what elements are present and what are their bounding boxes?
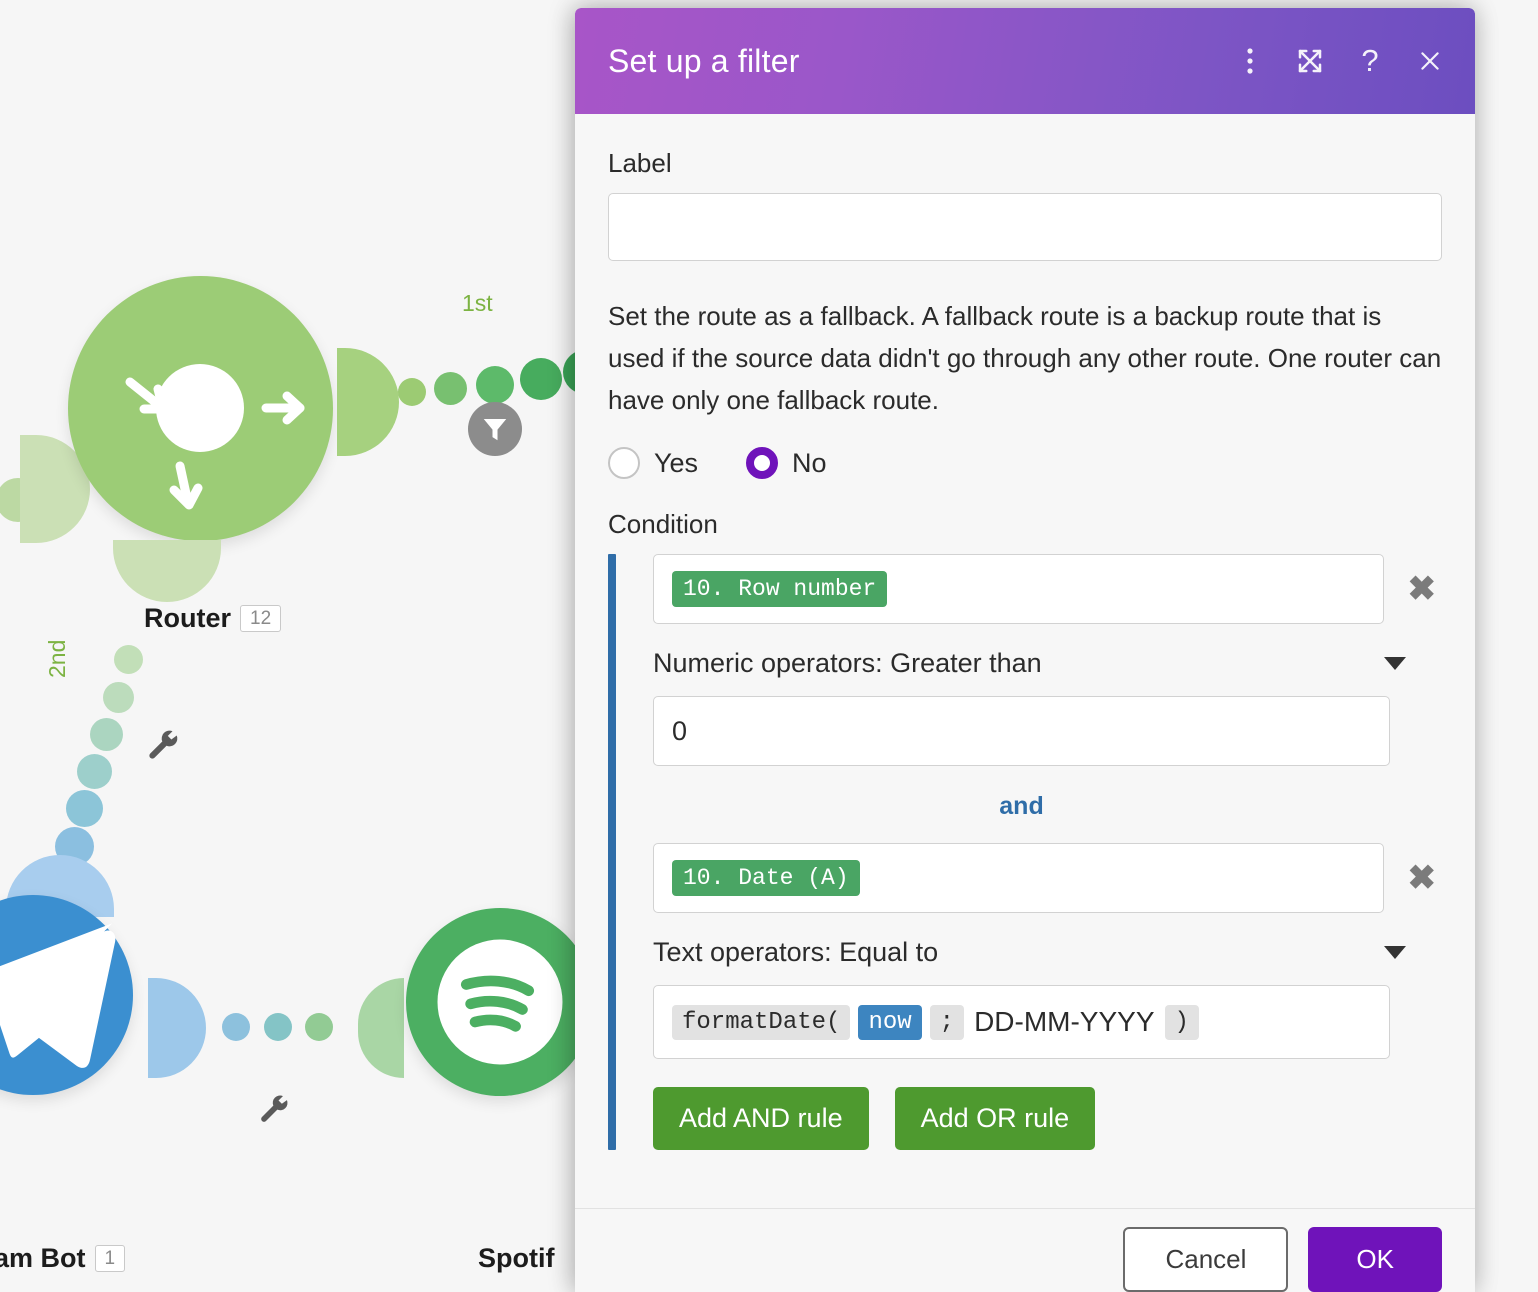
fallback-option-yes[interactable]: Yes <box>608 447 699 480</box>
telegram-label: am Bot 1 <box>0 1243 126 1274</box>
dialog-header: Set up a filter ? <box>575 8 1475 114</box>
label-field-label: Label <box>608 148 672 178</box>
rule-1-value-input[interactable]: 0 <box>653 696 1390 767</box>
radio-no-label: No <box>792 447 827 478</box>
dialog-title: Set up a filter <box>608 42 800 79</box>
formula-token-variable: now <box>858 1004 922 1040</box>
module-name: am Bot <box>0 1243 86 1273</box>
module-count: 12 <box>240 604 282 633</box>
rule-1-field-tag: 10. Row number <box>672 571 888 608</box>
dialog-header-actions: ? <box>1233 43 1447 78</box>
connector-dot <box>476 366 514 404</box>
spotify-label: Spotif <box>478 1243 554 1274</box>
condition-group-bar <box>608 554 616 1151</box>
connector-dot <box>520 358 562 400</box>
formula-token-format: DD-MM-YYYY <box>974 1006 1155 1038</box>
expand-icon <box>1298 49 1322 73</box>
route-label-2nd: 2nd <box>44 639 70 678</box>
close-icon <box>1421 52 1439 70</box>
connector-dot <box>77 754 112 789</box>
more-options-icon <box>1247 48 1253 74</box>
fallback-option-no[interactable]: No <box>746 447 827 480</box>
rule-2-field-input[interactable]: 10. Date (A) <box>653 843 1384 914</box>
filter-badge[interactable] <box>468 402 522 456</box>
rule-2-remove-icon[interactable]: ✖ <box>1402 857 1443 899</box>
connector-dot <box>305 1013 333 1041</box>
rule-row: 10. Row number ✖ <box>653 554 1443 625</box>
formula-token-function: formatDate( <box>672 1004 851 1040</box>
radio-no-mark[interactable] <box>746 447 779 480</box>
telegram-icon <box>0 923 116 1068</box>
connector-dot <box>90 718 123 751</box>
module-name: Spotif <box>478 1243 555 1273</box>
rule-2-value-input[interactable]: formatDate( now ; DD-MM-YYYY ) <box>653 985 1390 1060</box>
rule-action-buttons: Add AND rule Add OR rule <box>653 1087 1442 1151</box>
rule-1-field-input[interactable]: 10. Row number <box>653 554 1384 625</box>
module-name: Router <box>144 603 231 633</box>
close-icon[interactable] <box>1413 44 1447 78</box>
router-circle[interactable] <box>68 276 333 541</box>
rule-1-operator-select[interactable]: Numeric operators: Greater than <box>653 630 1442 696</box>
filter-dialog[interactable]: Set up a filter ? Label Set the route as… <box>575 8 1475 1292</box>
add-or-rule-button[interactable]: Add OR rule <box>894 1087 1096 1151</box>
condition-rules: 10. Row number ✖ Numeric operators: Grea… <box>616 554 1443 1151</box>
radio-yes-mark[interactable] <box>608 447 640 480</box>
formula-token-close-paren: ) <box>1164 1004 1199 1040</box>
spotify-icon <box>437 939 563 1065</box>
wrench-icon[interactable] <box>258 1093 290 1132</box>
connector-dot <box>66 790 103 827</box>
cancel-button[interactable]: Cancel <box>1123 1227 1289 1292</box>
route-label-1st: 1st <box>462 290 493 316</box>
chevron-down-icon <box>1384 656 1406 670</box>
dialog-body: Label Set the route as a fallback. A fal… <box>575 114 1475 1208</box>
connector-cap <box>358 978 404 1078</box>
rule-1-remove-icon[interactable]: ✖ <box>1402 568 1443 610</box>
rule-2-operator-text: Text operators: Equal to <box>653 936 939 967</box>
help-glyph: ? <box>1361 43 1379 78</box>
ok-button[interactable]: OK <box>1308 1227 1442 1292</box>
router-label: Router 12 <box>144 603 282 634</box>
label-input[interactable] <box>608 193 1442 261</box>
condition-group: 10. Row number ✖ Numeric operators: Grea… <box>608 554 1443 1151</box>
formula-token-separator: ; <box>929 1004 965 1040</box>
connector-dot <box>222 1013 250 1041</box>
fallback-description: Set the route as a fallback. A fallback … <box>608 301 1442 416</box>
connector-dot <box>264 1013 292 1041</box>
radio-yes-label: Yes <box>654 447 699 478</box>
connector-dot <box>114 645 143 674</box>
connector-dot <box>398 378 426 406</box>
rule-1-operator-text: Numeric operators: Greater than <box>653 647 1042 678</box>
router-icon <box>125 364 305 510</box>
connector-cap <box>148 978 206 1078</box>
expand-icon[interactable] <box>1293 44 1327 78</box>
wrench-icon <box>261 1095 288 1122</box>
wrench-icon <box>149 730 178 759</box>
rule-row: 10. Date (A) ✖ <box>653 843 1443 914</box>
connector-cap <box>337 348 399 456</box>
module-count: 1 <box>94 1244 126 1273</box>
wrench-icon[interactable] <box>146 728 180 769</box>
filter-funnel-icon <box>483 419 507 441</box>
spotify-circle[interactable] <box>406 908 594 1096</box>
telegram-circle[interactable] <box>0 895 133 1095</box>
rule-2-operator-select[interactable]: Text operators: Equal to <box>653 919 1442 985</box>
more-options-icon[interactable] <box>1233 44 1267 78</box>
chevron-down-icon <box>1384 945 1406 959</box>
condition-separator: and <box>999 792 1044 821</box>
fallback-radio-group[interactable]: Yes No <box>608 447 1442 480</box>
dialog-footer: Cancel OK <box>575 1208 1475 1292</box>
connector-dot <box>103 682 134 713</box>
add-and-rule-button[interactable]: Add AND rule <box>653 1087 869 1151</box>
condition-section-label: Condition <box>608 509 718 540</box>
rule-2-field-tag: 10. Date (A) <box>672 860 860 897</box>
connector-dot <box>434 372 467 405</box>
connector-cap <box>113 540 221 602</box>
help-icon[interactable]: ? <box>1353 43 1387 78</box>
